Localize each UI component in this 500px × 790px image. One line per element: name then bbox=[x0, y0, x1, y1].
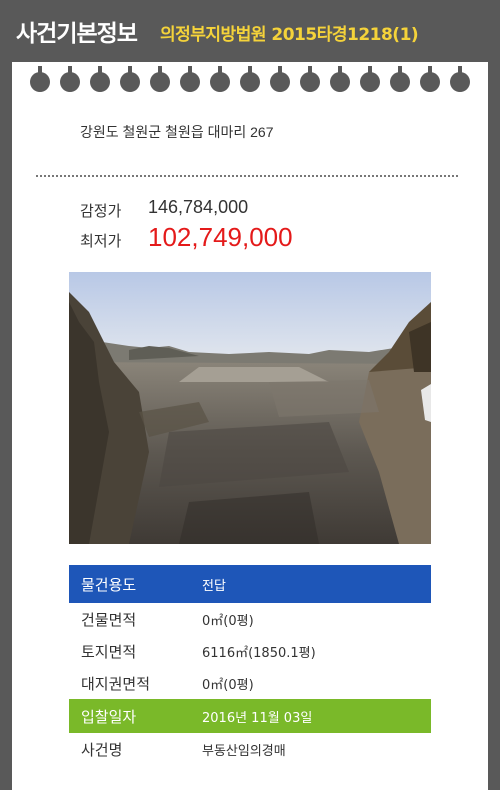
bid-date-label: 입찰일자 bbox=[81, 707, 137, 726]
binder-ring-icon bbox=[330, 66, 350, 92]
case-name-value: 부동산임의경매 bbox=[202, 743, 286, 759]
binder-ring-icon bbox=[270, 66, 290, 92]
building-area-row: 건물면적 0㎡(0평) bbox=[69, 603, 431, 635]
binder-ring-icon bbox=[90, 66, 110, 92]
binder-ring-icon bbox=[150, 66, 170, 92]
case-name-label: 사건명 bbox=[81, 740, 123, 759]
binder-ring-icon bbox=[420, 66, 440, 92]
site-right-area-row: 대지권면적 0㎡(0평) bbox=[69, 667, 431, 699]
binder-ring-icon bbox=[180, 66, 200, 92]
divider bbox=[36, 175, 458, 177]
property-address: 강원도 철원군 철원읍 대마리 267 bbox=[80, 124, 274, 140]
case-number: 의정부지방법원 2015타경1218(1) bbox=[160, 25, 419, 45]
binder-ring-icon bbox=[30, 66, 50, 92]
binder-ring-icon bbox=[390, 66, 410, 92]
land-area-value: 6116㎡(1850.1평) bbox=[202, 645, 316, 661]
minimum-price-value: 102,749,000 bbox=[148, 222, 293, 252]
binder-ring-icon bbox=[360, 66, 380, 92]
usage-label: 물건용도 bbox=[81, 575, 137, 594]
binder-rings bbox=[0, 62, 500, 92]
binder-ring-icon bbox=[450, 66, 470, 92]
binder-ring-icon bbox=[60, 66, 80, 92]
property-photo bbox=[69, 272, 431, 544]
site-right-area-label: 대지권면적 bbox=[81, 674, 151, 693]
header: 사건기본정보 의정부지방법원 2015타경1218(1) bbox=[0, 0, 500, 62]
bid-date-row: 입찰일자 2016년 11월 03일 bbox=[69, 699, 431, 733]
building-area-value: 0㎡(0평) bbox=[202, 613, 254, 629]
binder-ring-icon bbox=[120, 66, 140, 92]
binder-ring-icon bbox=[300, 66, 320, 92]
site-right-area-value: 0㎡(0평) bbox=[202, 677, 254, 693]
usage-value: 전답 bbox=[202, 578, 226, 594]
property-details-table: 물건용도 전답 건물면적 0㎡(0평) 토지면적 6116㎡(1850.1평) … bbox=[69, 565, 431, 765]
appraisal-value: 146,784,000 bbox=[148, 197, 249, 217]
minimum-price-label: 최저가 bbox=[80, 232, 122, 250]
binder-ring-icon bbox=[240, 66, 260, 92]
land-area-label: 토지면적 bbox=[81, 642, 137, 661]
appraisal-label: 감정가 bbox=[80, 202, 122, 220]
usage-row: 물건용도 전답 bbox=[69, 565, 431, 603]
building-area-label: 건물면적 bbox=[81, 610, 137, 629]
case-name-row: 사건명 부동산임의경매 bbox=[69, 733, 431, 765]
page-title: 사건기본정보 bbox=[16, 21, 138, 47]
bid-date-value: 2016년 11월 03일 bbox=[202, 710, 313, 726]
land-area-row: 토지면적 6116㎡(1850.1평) bbox=[69, 635, 431, 667]
binder-ring-icon bbox=[210, 66, 230, 92]
